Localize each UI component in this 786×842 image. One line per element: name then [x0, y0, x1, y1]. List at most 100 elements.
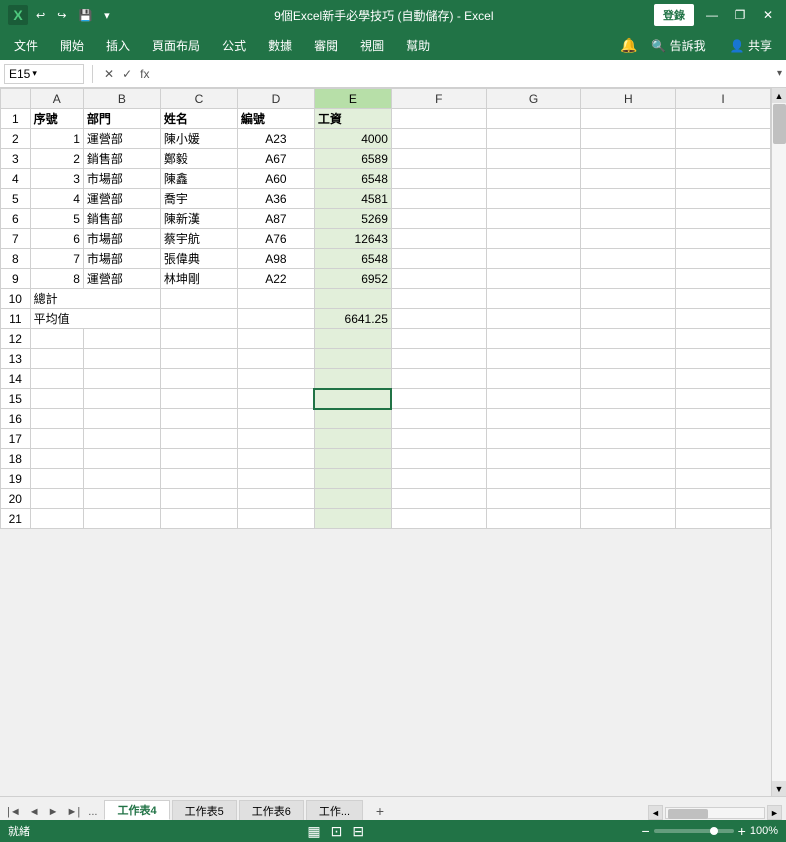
menu-data[interactable]: 數據 [258, 33, 302, 58]
cell-H4[interactable] [581, 169, 676, 189]
scroll-down-btn[interactable]: ▼ [772, 781, 786, 796]
cell-F11[interactable] [391, 309, 486, 329]
page-layout-view-btn[interactable]: ⊡ [329, 823, 345, 840]
h-scroll-thumb[interactable] [668, 809, 708, 819]
cell-G7[interactable] [486, 229, 581, 249]
menu-help[interactable]: 幫助 [396, 33, 440, 58]
cell-G2[interactable] [486, 129, 581, 149]
cell-C9[interactable]: 林坤剛 [160, 269, 237, 289]
menu-insert[interactable]: 插入 [96, 33, 140, 58]
cell-H9[interactable] [581, 269, 676, 289]
cell-D10[interactable] [237, 289, 314, 309]
cell-D9[interactable]: A22 [237, 269, 314, 289]
cell-D11[interactable] [237, 309, 314, 329]
tell-me[interactable]: 🔍 告訴我 [641, 33, 715, 58]
cell-A10[interactable]: 總計 [30, 289, 160, 309]
menu-file[interactable]: 文件 [4, 33, 48, 58]
cell-E7[interactable]: 12643 [314, 229, 391, 249]
cell-E8[interactable]: 6548 [314, 249, 391, 269]
cell-G5[interactable] [486, 189, 581, 209]
confirm-formula-btn[interactable]: ✓ [119, 67, 135, 81]
h-scroll-track[interactable] [665, 807, 765, 819]
cell-A8[interactable]: 7 [30, 249, 83, 269]
col-header-G[interactable]: G [486, 89, 581, 109]
cell-H2[interactable] [581, 129, 676, 149]
cell-H6[interactable] [581, 209, 676, 229]
col-header-F[interactable]: F [391, 89, 486, 109]
cell-I11[interactable] [676, 309, 771, 329]
quick-save-btn[interactable]: 💾 [74, 7, 96, 24]
cell-F4[interactable] [391, 169, 486, 189]
cell-B2[interactable]: 運營部 [83, 129, 160, 149]
cell-E4[interactable]: 6548 [314, 169, 391, 189]
zoom-slider[interactable] [654, 829, 734, 833]
cell-A11[interactable]: 平均值 [30, 309, 160, 329]
cell-D3[interactable]: A67 [237, 149, 314, 169]
cell-C1[interactable]: 姓名 [160, 109, 237, 129]
cell-A6[interactable]: 5 [30, 209, 83, 229]
cell-G4[interactable] [486, 169, 581, 189]
cell-C7[interactable]: 蔡宇航 [160, 229, 237, 249]
page-break-view-btn[interactable]: ⊟ [350, 823, 366, 840]
col-header-H[interactable]: H [581, 89, 676, 109]
login-button[interactable]: 登錄 [654, 4, 694, 26]
cell-I10[interactable] [676, 289, 771, 309]
cell-B5[interactable]: 運營部 [83, 189, 160, 209]
col-header-I[interactable]: I [676, 89, 771, 109]
cell-E6[interactable]: 5269 [314, 209, 391, 229]
cell-C5[interactable]: 喬宇 [160, 189, 237, 209]
horizontal-scrollbar[interactable]: ◄ ► [648, 805, 782, 820]
cell-H11[interactable] [581, 309, 676, 329]
cell-H7[interactable] [581, 229, 676, 249]
h-scroll-left-btn[interactable]: ◄ [648, 805, 663, 820]
cell-A9[interactable]: 8 [30, 269, 83, 289]
cell-F3[interactable] [391, 149, 486, 169]
cell-F2[interactable] [391, 129, 486, 149]
zoom-minus-btn[interactable]: − [641, 823, 649, 839]
cell-A5[interactable]: 4 [30, 189, 83, 209]
cell-D8[interactable]: A98 [237, 249, 314, 269]
cell-G8[interactable] [486, 249, 581, 269]
formula-input[interactable] [156, 67, 773, 81]
scroll-thumb[interactable] [773, 104, 786, 144]
cell-I7[interactable] [676, 229, 771, 249]
cell-A3[interactable]: 2 [30, 149, 83, 169]
cell-C8[interactable]: 張偉典 [160, 249, 237, 269]
cell-E11[interactable]: 6641.25 [314, 309, 391, 329]
cell-I9[interactable] [676, 269, 771, 289]
cell-C11[interactable] [160, 309, 237, 329]
cell-I1[interactable] [676, 109, 771, 129]
minimize-button[interactable]: — [702, 5, 722, 25]
cell-G3[interactable] [486, 149, 581, 169]
cell-B6[interactable]: 銷售部 [83, 209, 160, 229]
cell-F9[interactable] [391, 269, 486, 289]
add-sheet-btn[interactable]: + [369, 802, 391, 820]
menu-view[interactable]: 視圖 [350, 33, 394, 58]
sheet-tab-4[interactable]: 工作表4 [104, 800, 169, 820]
menu-home[interactable]: 開始 [50, 33, 94, 58]
col-header-C[interactable]: C [160, 89, 237, 109]
cell-D4[interactable]: A60 [237, 169, 314, 189]
cell-C3[interactable]: 鄭毅 [160, 149, 237, 169]
cell-F5[interactable] [391, 189, 486, 209]
scroll-up-btn[interactable]: ▲ [772, 88, 786, 103]
vertical-scrollbar[interactable]: ▲ ▼ [771, 88, 786, 796]
cell-I3[interactable] [676, 149, 771, 169]
cell-I5[interactable] [676, 189, 771, 209]
cell-A7[interactable]: 6 [30, 229, 83, 249]
cell-E3[interactable]: 6589 [314, 149, 391, 169]
cell-F6[interactable] [391, 209, 486, 229]
menu-review[interactable]: 審閱 [304, 33, 348, 58]
cell-F8[interactable] [391, 249, 486, 269]
cell-I4[interactable] [676, 169, 771, 189]
cell-C6[interactable]: 陳新漢 [160, 209, 237, 229]
cell-D5[interactable]: A36 [237, 189, 314, 209]
restore-button[interactable]: ❐ [730, 5, 750, 25]
cell-G1[interactable] [486, 109, 581, 129]
cell-H1[interactable] [581, 109, 676, 129]
undo-btn[interactable]: ↩ [32, 7, 49, 24]
cell-B9[interactable]: 運營部 [83, 269, 160, 289]
name-box[interactable]: E15 ▾ [4, 64, 84, 84]
cell-G9[interactable] [486, 269, 581, 289]
cell-C4[interactable]: 陳鑫 [160, 169, 237, 189]
